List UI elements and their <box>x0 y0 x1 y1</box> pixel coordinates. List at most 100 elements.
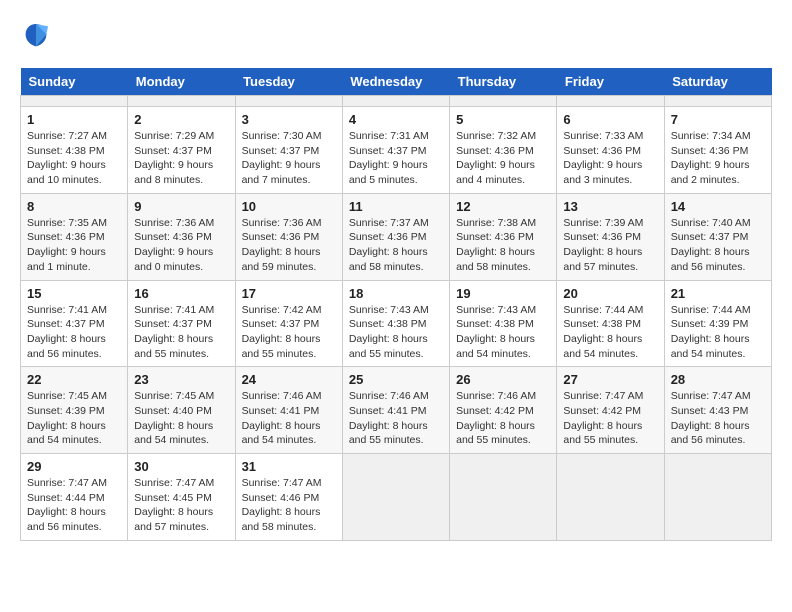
day-number: 7 <box>671 112 765 127</box>
day-info: Sunrise: 7:36 AMSunset: 4:36 PMDaylight:… <box>242 216 336 275</box>
day-number: 26 <box>456 372 550 387</box>
calendar-cell: 29 Sunrise: 7:47 AMSunset: 4:44 PMDayligh… <box>21 454 128 541</box>
calendar-cell: 30Sunrise: 7:47 AMSunset: 4:45 PMDayligh… <box>128 454 235 541</box>
calendar-cell: 14Sunrise: 7:40 AMSunset: 4:37 PMDayligh… <box>664 193 771 280</box>
calendar-cell <box>128 96 235 107</box>
day-info: Sunrise: 7:37 AMSunset: 4:36 PMDaylight:… <box>349 216 443 275</box>
day-info: Sunrise: 7:36 AMSunset: 4:36 PMDaylight:… <box>134 216 228 275</box>
day-number: 17 <box>242 286 336 301</box>
header-saturday: Saturday <box>664 68 771 96</box>
day-number: 1 <box>27 112 121 127</box>
calendar-cell: 17 Sunrise: 7:42 AMSunset: 4:37 PMDayligh… <box>235 280 342 367</box>
day-number: 19 <box>456 286 550 301</box>
calendar-cell: 5 Sunrise: 7:32 AMSunset: 4:36 PMDaylight… <box>450 107 557 194</box>
day-number: 14 <box>671 199 765 214</box>
calendar-cell <box>342 454 449 541</box>
header-thursday: Thursday <box>450 68 557 96</box>
calendar-header-row: SundayMondayTuesdayWednesdayThursdayFrid… <box>21 68 772 96</box>
day-number: 31 <box>242 459 336 474</box>
day-info: Sunrise: 7:47 AMSunset: 4:44 PMDaylight:… <box>27 476 121 535</box>
calendar-week-4: 22 Sunrise: 7:45 AMSunset: 4:39 PMDayligh… <box>21 367 772 454</box>
day-number: 8 <box>27 199 121 214</box>
day-info: Sunrise: 7:41 AMSunset: 4:37 PMDaylight:… <box>134 303 228 362</box>
header-wednesday: Wednesday <box>342 68 449 96</box>
day-number: 12 <box>456 199 550 214</box>
calendar-week-3: 15 Sunrise: 7:41 AMSunset: 4:37 PMDayligh… <box>21 280 772 367</box>
calendar-cell: 10 Sunrise: 7:36 AMSunset: 4:36 PMDayligh… <box>235 193 342 280</box>
day-info: Sunrise: 7:41 AMSunset: 4:37 PMDaylight:… <box>27 303 121 362</box>
page-header <box>20 20 772 52</box>
day-number: 15 <box>27 286 121 301</box>
calendar-cell: 23 Sunrise: 7:45 AMSunset: 4:40 PMDayligh… <box>128 367 235 454</box>
day-number: 2 <box>134 112 228 127</box>
day-number: 10 <box>242 199 336 214</box>
header-tuesday: Tuesday <box>235 68 342 96</box>
day-info: Sunrise: 7:38 AMSunset: 4:36 PMDaylight:… <box>456 216 550 275</box>
day-number: 18 <box>349 286 443 301</box>
day-info: Sunrise: 7:27 AMSunset: 4:38 PMDaylight:… <box>27 129 121 188</box>
day-info: Sunrise: 7:29 AMSunset: 4:37 PMDaylight:… <box>134 129 228 188</box>
calendar-cell <box>664 96 771 107</box>
day-number: 22 <box>27 372 121 387</box>
calendar-cell <box>21 96 128 107</box>
calendar-cell: 11 Sunrise: 7:37 AMSunset: 4:36 PMDayligh… <box>342 193 449 280</box>
day-number: 23 <box>134 372 228 387</box>
day-number: 21 <box>671 286 765 301</box>
day-info: Sunrise: 7:34 AMSunset: 4:36 PMDaylight:… <box>671 129 765 188</box>
calendar-table: SundayMondayTuesdayWednesdayThursdayFrid… <box>20 68 772 541</box>
calendar-cell: 12 Sunrise: 7:38 AMSunset: 4:36 PMDayligh… <box>450 193 557 280</box>
day-info: Sunrise: 7:44 AMSunset: 4:38 PMDaylight:… <box>563 303 657 362</box>
logo-icon <box>20 20 52 52</box>
day-info: Sunrise: 7:32 AMSunset: 4:36 PMDaylight:… <box>456 129 550 188</box>
day-number: 5 <box>456 112 550 127</box>
calendar-cell <box>664 454 771 541</box>
calendar-cell: 24 Sunrise: 7:46 AMSunset: 4:41 PMDayligh… <box>235 367 342 454</box>
day-info: Sunrise: 7:46 AMSunset: 4:41 PMDaylight:… <box>242 389 336 448</box>
day-number: 25 <box>349 372 443 387</box>
calendar-cell: 19 Sunrise: 7:43 AMSunset: 4:38 PMDayligh… <box>450 280 557 367</box>
day-number: 24 <box>242 372 336 387</box>
calendar-cell <box>557 454 664 541</box>
header-sunday: Sunday <box>21 68 128 96</box>
calendar-cell: 20Sunrise: 7:44 AMSunset: 4:38 PMDayligh… <box>557 280 664 367</box>
calendar-cell: 2 Sunrise: 7:29 AMSunset: 4:37 PMDaylight… <box>128 107 235 194</box>
day-info: Sunrise: 7:39 AMSunset: 4:36 PMDaylight:… <box>563 216 657 275</box>
calendar-cell <box>235 96 342 107</box>
day-info: Sunrise: 7:35 AMSunset: 4:36 PMDaylight:… <box>27 216 121 275</box>
calendar-cell <box>342 96 449 107</box>
day-info: Sunrise: 7:47 AMSunset: 4:42 PMDaylight:… <box>563 389 657 448</box>
calendar-cell: 26Sunrise: 7:46 AMSunset: 4:42 PMDayligh… <box>450 367 557 454</box>
calendar-cell <box>557 96 664 107</box>
calendar-cell: 8 Sunrise: 7:35 AMSunset: 4:36 PMDaylight… <box>21 193 128 280</box>
day-number: 4 <box>349 112 443 127</box>
calendar-cell: 1 Sunrise: 7:27 AMSunset: 4:38 PMDaylight… <box>21 107 128 194</box>
day-info: Sunrise: 7:42 AMSunset: 4:37 PMDaylight:… <box>242 303 336 362</box>
day-info: Sunrise: 7:47 AMSunset: 4:45 PMDaylight:… <box>134 476 228 535</box>
calendar-cell: 27Sunrise: 7:47 AMSunset: 4:42 PMDayligh… <box>557 367 664 454</box>
day-info: Sunrise: 7:45 AMSunset: 4:39 PMDaylight:… <box>27 389 121 448</box>
day-number: 29 <box>27 459 121 474</box>
calendar-week-1: 1 Sunrise: 7:27 AMSunset: 4:38 PMDaylight… <box>21 107 772 194</box>
calendar-cell: 28 Sunrise: 7:47 AMSunset: 4:43 PMDayligh… <box>664 367 771 454</box>
day-number: 28 <box>671 372 765 387</box>
day-number: 9 <box>134 199 228 214</box>
day-number: 16 <box>134 286 228 301</box>
calendar-week-5: 29 Sunrise: 7:47 AMSunset: 4:44 PMDayligh… <box>21 454 772 541</box>
calendar-cell: 13 Sunrise: 7:39 AMSunset: 4:36 PMDayligh… <box>557 193 664 280</box>
calendar-week-0 <box>21 96 772 107</box>
calendar-cell <box>450 454 557 541</box>
day-info: Sunrise: 7:33 AMSunset: 4:36 PMDaylight:… <box>563 129 657 188</box>
calendar-cell: 21Sunrise: 7:44 AMSunset: 4:39 PMDayligh… <box>664 280 771 367</box>
day-number: 13 <box>563 199 657 214</box>
calendar-cell <box>450 96 557 107</box>
calendar-cell: 4Sunrise: 7:31 AMSunset: 4:37 PMDaylight… <box>342 107 449 194</box>
day-info: Sunrise: 7:47 AMSunset: 4:43 PMDaylight:… <box>671 389 765 448</box>
day-number: 6 <box>563 112 657 127</box>
day-info: Sunrise: 7:45 AMSunset: 4:40 PMDaylight:… <box>134 389 228 448</box>
calendar-cell: 16 Sunrise: 7:41 AMSunset: 4:37 PMDayligh… <box>128 280 235 367</box>
day-number: 11 <box>349 199 443 214</box>
header-monday: Monday <box>128 68 235 96</box>
day-info: Sunrise: 7:43 AMSunset: 4:38 PMDaylight:… <box>456 303 550 362</box>
calendar-cell: 3Sunrise: 7:30 AMSunset: 4:37 PMDaylight… <box>235 107 342 194</box>
day-info: Sunrise: 7:43 AMSunset: 4:38 PMDaylight:… <box>349 303 443 362</box>
